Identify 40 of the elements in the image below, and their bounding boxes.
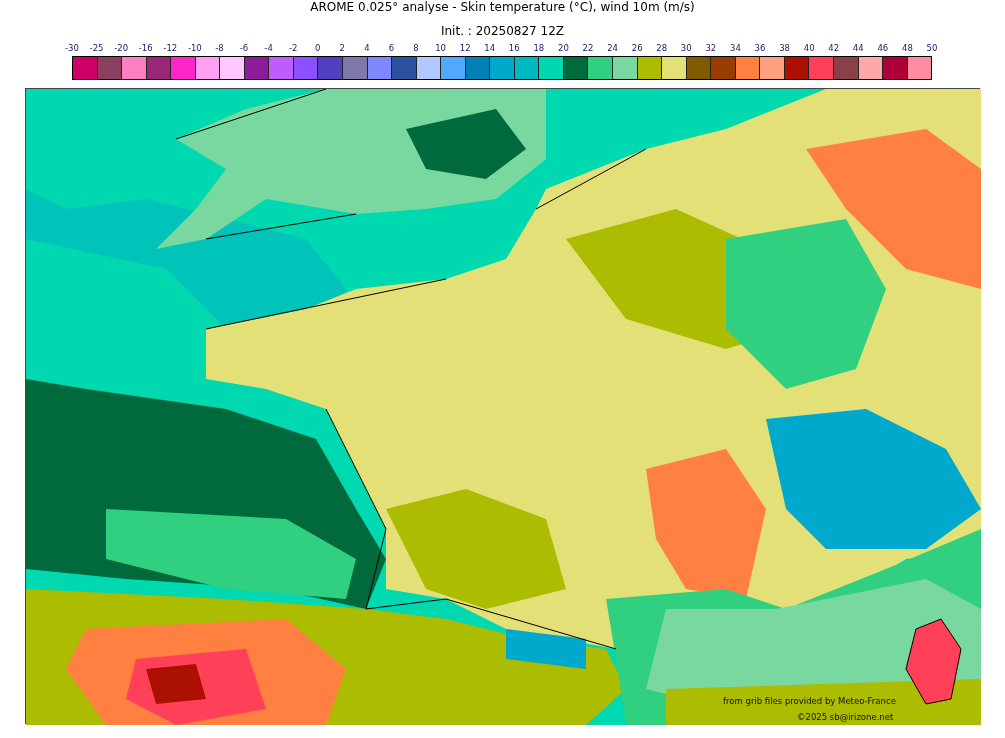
tick-label: 8 — [413, 42, 419, 55]
tick-label: 48 — [902, 42, 913, 55]
tick-label: 50 — [926, 42, 938, 55]
tick-label: 24 — [607, 42, 618, 55]
chart-title: AROME 0.025° analyse - Skin temperature (°C), wind 10m (m/s) — [309, 0, 696, 14]
tick-label: -2 — [288, 42, 298, 55]
tick-label: 28 — [656, 42, 668, 55]
tick-label: 2 — [339, 42, 345, 55]
tick-label: 18 — [533, 42, 545, 55]
tick-label: 46 — [877, 42, 889, 55]
tick-label: 30 — [680, 42, 692, 55]
copyright-text: ©2025 sb@irizone.net — [797, 711, 894, 724]
tick-label: 4 — [364, 42, 370, 55]
tick-label: -4 — [264, 42, 273, 55]
tick-label: 0 — [315, 42, 321, 55]
chart-subtitle: Init. : 20250827 12Z — [439, 24, 566, 38]
tick-label: 26 — [631, 42, 643, 55]
tick-label: -12 — [163, 42, 178, 55]
tick-label: 14 — [484, 42, 496, 55]
tick-label: 34 — [730, 42, 741, 55]
tick-label: 10 — [435, 42, 446, 55]
tick-label: 22 — [582, 42, 594, 55]
tick-label: 42 — [828, 42, 840, 55]
tick-label: 16 — [508, 42, 520, 55]
tick-label: -6 — [239, 42, 249, 55]
tick-label: 38 — [779, 42, 790, 55]
tick-label: 20 — [558, 42, 569, 55]
tick-label: 36 — [754, 42, 766, 55]
tick-label: -10 — [187, 42, 202, 55]
tick-label: -8 — [215, 42, 224, 55]
tick-label: -16 — [138, 42, 153, 55]
tick-label: -20 — [114, 42, 129, 55]
tick-label: 44 — [852, 42, 864, 55]
tick-label: 40 — [803, 42, 815, 55]
credit-text: from grib files provided by Meteo-France — [723, 695, 896, 708]
tick-label: 12 — [459, 42, 471, 55]
tick-label: 32 — [705, 42, 717, 55]
tick-label: -25 — [89, 42, 104, 55]
tick-label: 6 — [388, 42, 395, 55]
tick-label: -30 — [65, 42, 79, 55]
